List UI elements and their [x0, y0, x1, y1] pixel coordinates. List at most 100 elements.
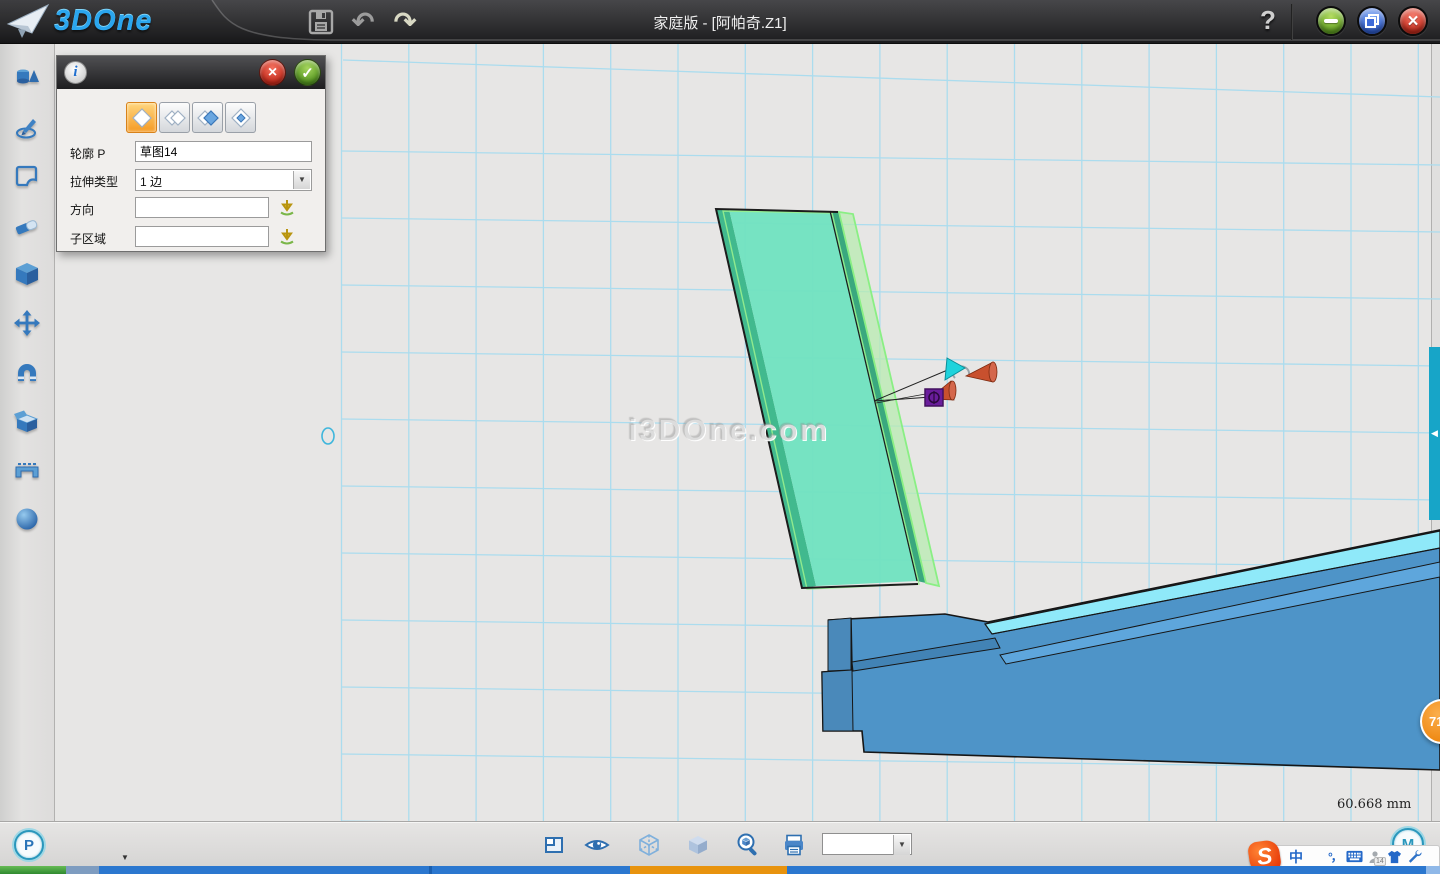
taskbar-tray-segment[interactable]	[1426, 866, 1440, 874]
extrude-type-select[interactable]: 1 边 ▼	[135, 169, 312, 191]
confirm-check-icon: ✓	[301, 64, 314, 82]
print-preview-button[interactable]	[781, 832, 807, 858]
diamond-intersect-icon	[229, 106, 253, 130]
title-bar: 3DOne ↶ ↷ 家庭版 - [阿帕奇.Z1] ? ×	[0, 0, 1440, 44]
undo-icon: ↶	[352, 8, 375, 36]
combo-dropdown-icon[interactable]: ▼	[893, 835, 910, 855]
save-button[interactable]	[306, 7, 336, 37]
taskbar-item-segment[interactable]	[66, 866, 99, 874]
printer-icon	[782, 833, 806, 857]
sidebar-item-sketch-surface[interactable]	[12, 162, 42, 190]
sidebar-item-feature-cube[interactable]	[12, 260, 42, 288]
taskbar-start-segment[interactable]	[0, 866, 66, 874]
caliper-icon	[13, 456, 41, 484]
view-plane-button[interactable]	[541, 832, 567, 858]
ime-account-badge: 14	[1374, 857, 1386, 866]
ime-punctuation-mode[interactable]: °，	[1328, 848, 1341, 865]
sidebar-item-eraser[interactable]	[12, 211, 42, 239]
measurement-label: 60.668 mm	[1337, 797, 1411, 812]
extrude-type-label: 拉伸类型	[70, 173, 118, 190]
eye-icon	[584, 833, 610, 857]
minimize-button[interactable]	[1316, 6, 1346, 36]
redo-icon: ↷	[394, 8, 417, 36]
profile-input[interactable]	[135, 141, 312, 162]
ime-settings-wrench-icon[interactable]	[1407, 849, 1422, 864]
sidebar-item-measure[interactable]	[12, 456, 42, 484]
ime-language-mode[interactable]: 中	[1289, 847, 1303, 867]
direction-pick-button[interactable]	[278, 197, 296, 217]
redo-button[interactable]: ↷	[390, 7, 420, 37]
window-title: 家庭版 - [阿帕奇.Z1]	[0, 0, 1440, 44]
ime-soft-keyboard-icon[interactable]	[1346, 850, 1363, 863]
restore-button[interactable]	[1357, 6, 1387, 36]
sidebar-item-primitives[interactable]	[12, 64, 42, 92]
taskbar-active-segment[interactable]	[630, 866, 787, 874]
paper-plane-icon	[6, 2, 50, 40]
shaded-display-button[interactable]	[685, 832, 711, 858]
surface-icon	[13, 162, 41, 190]
titlebar-divider	[1291, 4, 1293, 40]
help-button[interactable]: ?	[1252, 5, 1284, 39]
primitives-icon	[13, 64, 41, 92]
diamond-subtract-icon	[196, 106, 220, 130]
shaded-cube-icon	[686, 833, 710, 857]
feature-cube-icon	[13, 260, 41, 288]
close-icon: ×	[1407, 12, 1418, 31]
view-scale-select[interactable]: ▼	[822, 833, 912, 855]
save-icon	[308, 9, 334, 35]
sidebar-item-sketch[interactable]	[12, 113, 42, 141]
sidebar-item-render-sphere[interactable]	[12, 505, 42, 533]
wireframe-cube-icon	[637, 833, 661, 857]
magnifier-cube-icon	[735, 832, 761, 858]
collapsed-panel-tab[interactable]: ◀	[1429, 347, 1440, 520]
boolean-mode-row	[126, 102, 256, 133]
zoom-window-button[interactable]	[735, 832, 761, 858]
ime-skin-shirt-icon[interactable]	[1387, 850, 1402, 864]
tool-sidebar	[0, 44, 55, 821]
view-plane-icon	[542, 833, 566, 857]
quick-access-caret-icon[interactable]: ▼	[121, 853, 129, 862]
eraser-icon	[13, 211, 41, 239]
pick-arrow-icon	[278, 197, 296, 217]
magnet-icon	[13, 358, 41, 386]
close-button[interactable]: ×	[1398, 6, 1428, 36]
sidebar-item-magnet[interactable]	[12, 358, 42, 386]
boolean-base-button[interactable]	[126, 102, 157, 133]
taskbar-divider	[429, 866, 432, 874]
ime-account-icon[interactable]: 14	[1368, 850, 1382, 864]
undo-button[interactable]: ↶	[348, 7, 378, 37]
os-taskbar-strip[interactable]	[0, 866, 1440, 874]
app-logo[interactable]: 3DOne	[6, 2, 152, 40]
sidebar-item-assembly-box[interactable]	[12, 407, 42, 435]
move-arrows-icon	[13, 309, 41, 337]
info-icon[interactable]: i	[64, 61, 87, 84]
ime-fullhalf-moon-icon[interactable]	[1308, 849, 1323, 864]
subregion-label: 子区域	[70, 230, 106, 247]
boolean-intersect-button[interactable]	[225, 102, 256, 133]
origin-marker[interactable]	[322, 428, 334, 444]
direction-input[interactable]	[135, 197, 269, 218]
sphere-icon	[13, 505, 41, 533]
restore-icon	[1365, 14, 1379, 28]
cancel-x-icon: ×	[268, 64, 277, 82]
pick-arrow-icon	[278, 226, 296, 246]
chevron-left-icon: ◀	[1431, 428, 1438, 439]
combo-dropdown-icon[interactable]: ▼	[293, 171, 310, 189]
profile-label: 轮廓 P	[70, 145, 105, 162]
diamond-add-icon	[163, 106, 187, 130]
boolean-subtract-button[interactable]	[192, 102, 223, 133]
open-box-icon	[13, 407, 41, 435]
visibility-button[interactable]	[584, 832, 610, 858]
boolean-add-button[interactable]	[159, 102, 190, 133]
wireframe-display-button[interactable]	[636, 832, 662, 858]
sketch-pen-icon	[13, 113, 41, 141]
minimize-icon	[1324, 19, 1338, 23]
dialog-confirm-button[interactable]: ✓	[294, 59, 321, 86]
quick-access-p-button[interactable]: P	[14, 830, 44, 860]
sidebar-item-move[interactable]	[12, 309, 42, 337]
subregion-input[interactable]	[135, 226, 269, 247]
extrude-type-value: 1 边	[140, 173, 162, 190]
extrude-dialog-header[interactable]: i × ✓	[57, 56, 325, 89]
subregion-pick-button[interactable]	[278, 226, 296, 246]
dialog-cancel-button[interactable]: ×	[259, 59, 286, 86]
